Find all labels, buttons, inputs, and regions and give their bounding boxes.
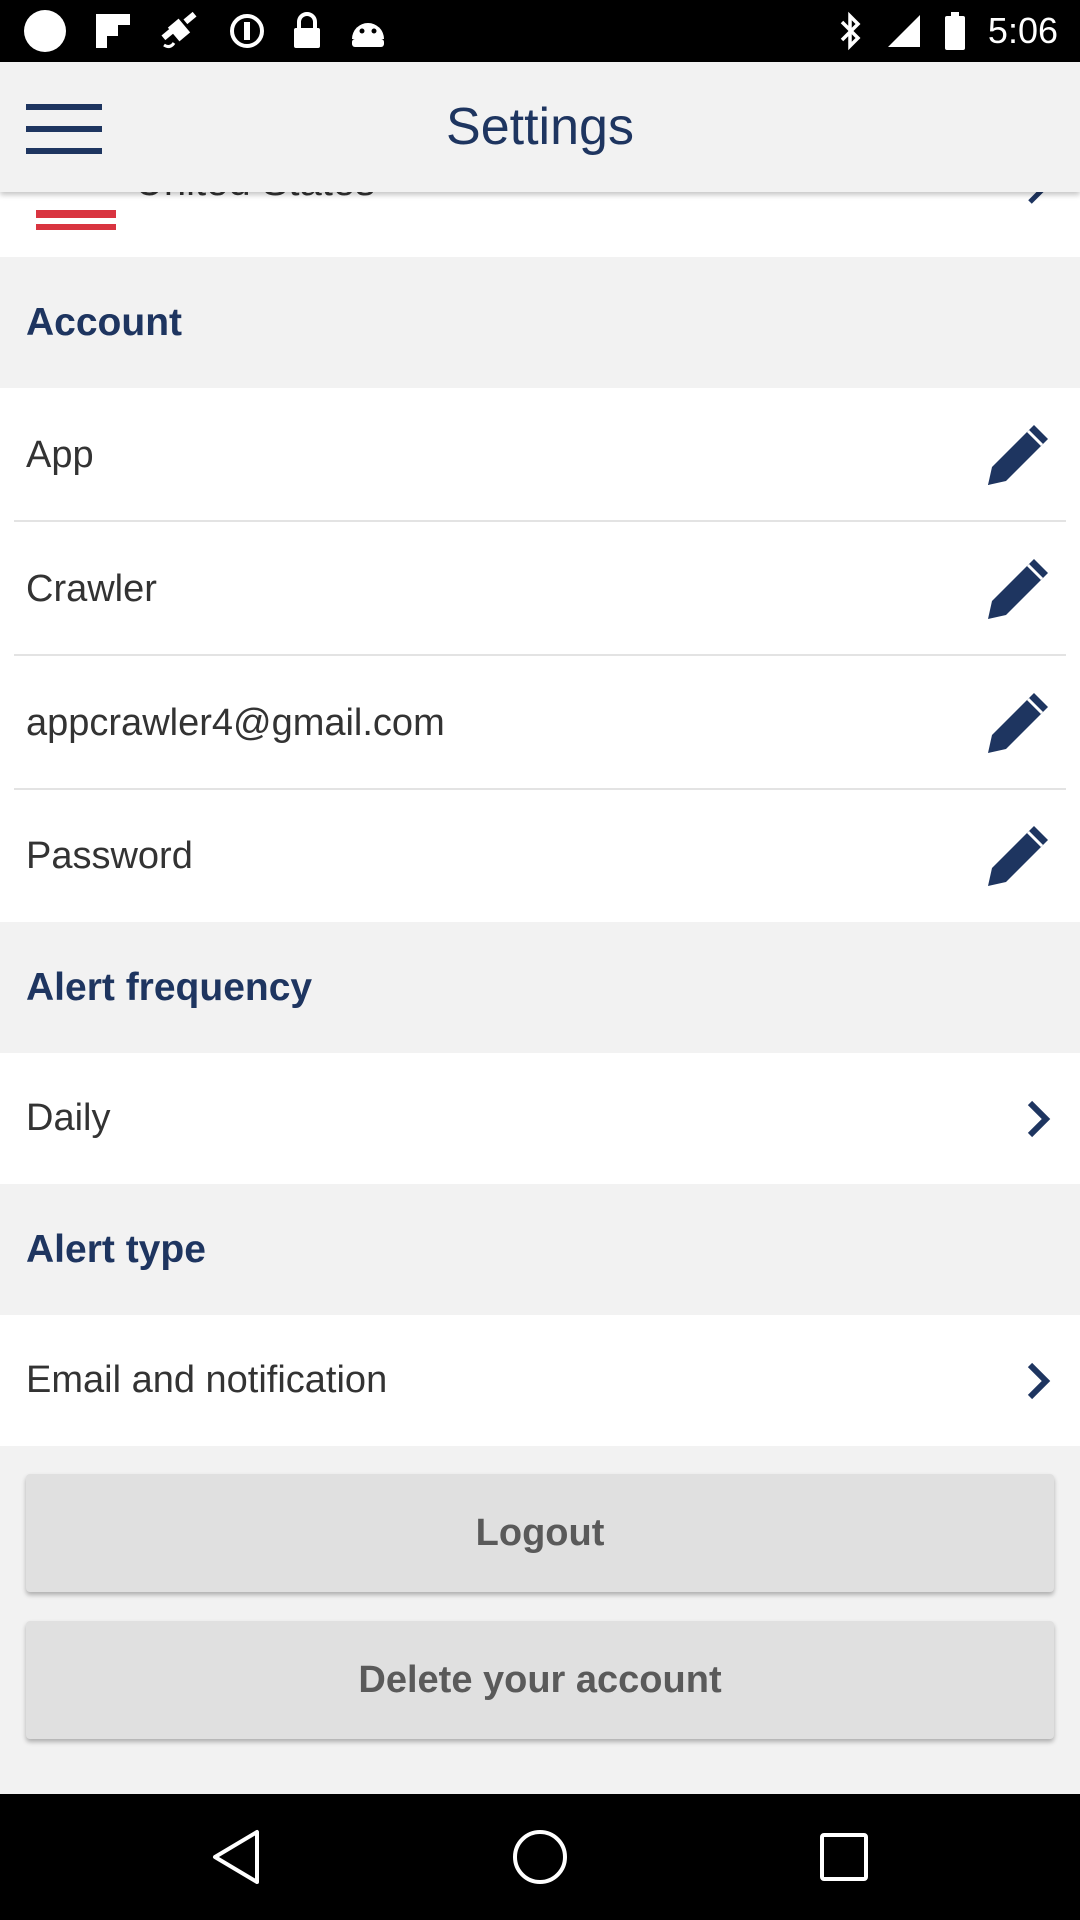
app-toolbar: Settings [0, 62, 1080, 192]
country-selector[interactable]: United States [0, 192, 1080, 257]
alert-type-value: Email and notification [26, 1359, 388, 1401]
recent-apps-icon[interactable] [764, 1794, 924, 1920]
data-saver-icon [228, 12, 266, 50]
account-row-crawler[interactable]: Crawler [0, 522, 1080, 656]
chevron-right-icon [1026, 192, 1050, 211]
row-label: App [26, 433, 94, 476]
chevron-right-icon [1024, 1097, 1054, 1141]
pencil-edit-icon[interactable] [984, 822, 1052, 890]
status-bar-right: 5:06 [838, 0, 1058, 62]
status-bar-left [22, 0, 388, 62]
pencil-edit-icon[interactable] [984, 555, 1052, 623]
bluetooth-icon [838, 11, 864, 51]
navigation-bar [0, 1794, 1080, 1920]
section-header-alert-frequency: Alert frequency [0, 922, 1080, 1053]
pencil-edit-icon[interactable] [984, 421, 1052, 489]
alert-frequency-row[interactable]: Daily [0, 1053, 1080, 1184]
home-icon[interactable] [460, 1794, 620, 1920]
alert-type-row[interactable]: Email and notification [0, 1315, 1080, 1446]
android-icon [348, 13, 388, 49]
chevron-right-icon [1024, 1359, 1054, 1403]
page-title: Settings [446, 98, 634, 156]
circle-icon [22, 8, 68, 54]
back-icon[interactable] [156, 1794, 316, 1920]
account-row-password[interactable]: Password [0, 790, 1080, 922]
signal-icon [886, 13, 922, 49]
logout-button[interactable]: Logout [26, 1474, 1054, 1592]
status-time: 5:06 [987, 10, 1058, 51]
row-label: Crawler [26, 567, 157, 610]
alert-frequency-value: Daily [26, 1097, 111, 1139]
delete-account-button[interactable]: Delete your account [26, 1621, 1054, 1739]
country-label: United States [135, 192, 375, 205]
status-bar: 5:06 [0, 0, 1080, 62]
account-row-email[interactable]: appcrawler4@gmail.com [0, 656, 1080, 790]
fake-gps-icon [158, 9, 202, 53]
flipboard-icon [94, 12, 132, 50]
pencil-edit-icon[interactable] [984, 689, 1052, 757]
battery-icon [944, 12, 966, 50]
row-label: Password [26, 834, 193, 877]
lock-icon [292, 12, 322, 50]
section-title: Alert type [26, 1227, 206, 1271]
section-header-account: Account [0, 257, 1080, 388]
section-title: Alert frequency [26, 965, 313, 1009]
row-label: appcrawler4@gmail.com [26, 701, 445, 744]
us-flag-icon [36, 202, 116, 230]
settings-list[interactable]: United States Account App Crawler appcra… [0, 192, 1080, 1794]
section-title: Account [26, 300, 182, 344]
account-row-app[interactable]: App [0, 388, 1080, 522]
section-header-alert-type: Alert type [0, 1184, 1080, 1315]
